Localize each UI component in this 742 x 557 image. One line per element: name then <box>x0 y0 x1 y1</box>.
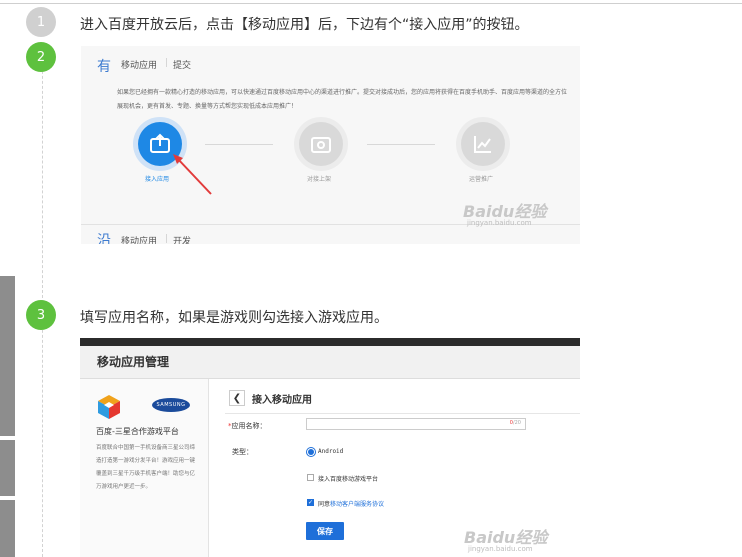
back-button[interactable]: ❮ <box>229 390 245 406</box>
type-label: 类型： <box>232 448 253 456</box>
side-panel-strip <box>0 276 15 436</box>
side-panel-strip-2 <box>0 440 15 496</box>
baidu-cube-logo-icon <box>98 395 120 419</box>
red-arrow-annotation <box>173 154 212 195</box>
step-1-text: 进入百度开放云后，点击【移动应用】后，下边有个“接入应用”的按钮。 <box>80 17 529 33</box>
upload-icon <box>150 133 170 153</box>
tab-develop[interactable]: 开发 <box>173 234 191 244</box>
form-divider <box>225 413 580 414</box>
android-radio[interactable] <box>308 449 314 455</box>
game-platform-checkbox[interactable] <box>307 474 314 481</box>
char-counter: 0/20 <box>509 420 521 426</box>
intro-description: 如果您已经拥有一款精心打造的移动应用，可以快速通过百度移动应用中心的渠道进行推广… <box>117 89 568 110</box>
watermark-url-2: jingyan.baidu.com <box>468 545 533 553</box>
watermark-url: jingyan.baidu.com <box>467 219 532 227</box>
tab-divider: | <box>165 58 169 68</box>
step-3-text: 填写应用名称，如果是游戏则勾选接入游戏应用。 <box>80 310 388 326</box>
page-title: 移动应用管理 <box>97 355 170 369</box>
save-button[interactable]: 保存 <box>306 522 344 540</box>
samsung-logo: SAMSUNG <box>152 398 190 412</box>
flow-connector-2 <box>367 144 435 145</box>
promote-label: 运营推广 <box>469 176 494 183</box>
tab-submit[interactable]: 提交 <box>173 58 191 71</box>
box-icon <box>311 137 331 153</box>
tab-divider-2: | <box>165 234 169 244</box>
agree-terms-checkbox[interactable]: ✓ <box>307 499 314 506</box>
top-divider <box>0 3 742 4</box>
flow-connector <box>205 144 273 145</box>
step-number-2: 2 <box>26 42 56 72</box>
screenshot-app-management: 移动应用管理 SAMSUNG 百度-三星合作游戏平台 百度联合中国第一手机设备商… <box>80 338 580 557</box>
app-name-label-text: 应用名称： <box>231 422 267 430</box>
partner-title: 百度-三星合作游戏平台 <box>96 427 179 436</box>
partner-intro: 百度联合中国第一手机设备商三星公司缔造打造第一游戏分发平台！游戏应用一键覆盖到三… <box>96 445 196 490</box>
game-platform-label: 接入百度移动游戏平台 <box>318 476 379 483</box>
dev-tab-icon: 沿 <box>97 233 111 244</box>
step-number-3: 3 <box>26 300 56 330</box>
onboard-label: 对接上架 <box>307 176 332 183</box>
connect-app-label: 接入应用 <box>145 176 170 183</box>
app-name-label: *应用名称： <box>228 421 267 431</box>
side-panel-strip-3 <box>0 500 15 557</box>
terms-link[interactable]: 移动客户端服务协议 <box>330 501 384 508</box>
agree-terms-label: 同意移动客户端服务协议 <box>318 501 385 508</box>
top-nav-bar <box>80 338 580 346</box>
tab-mobile-apps-dev[interactable]: 移动应用 <box>121 234 157 244</box>
chart-icon <box>474 136 491 153</box>
promote-node <box>461 122 505 166</box>
android-radio-label: Android <box>318 448 344 455</box>
screenshot-mobile-apps: 有 移动应用 | 提交 如果您已经拥有一款精心打造的移动应用，可以快速通过百度移… <box>81 46 580 244</box>
app-name-input[interactable]: 0/20 <box>306 418 526 430</box>
tab-mobile-apps[interactable]: 移动应用 <box>121 58 157 71</box>
form-title: 接入移动应用 <box>252 395 312 406</box>
onboard-node <box>299 122 343 166</box>
step-number-1: 1 <box>26 7 56 37</box>
app-tab-icon: 有 <box>97 59 111 75</box>
